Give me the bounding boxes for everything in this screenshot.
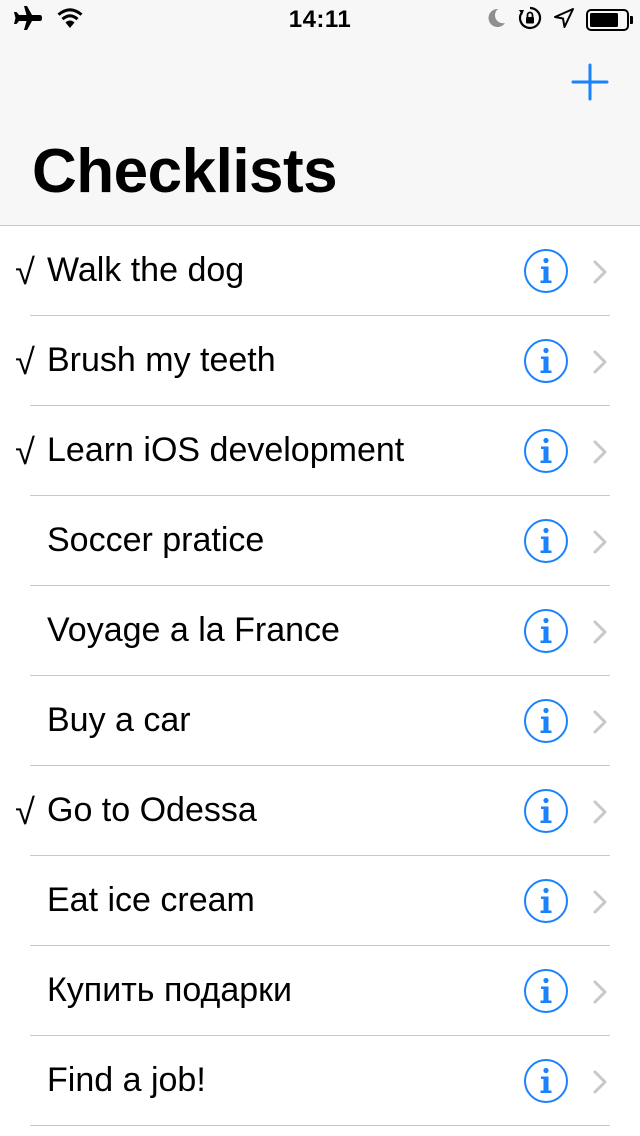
table-row[interactable]: Soccer pratice — [0, 496, 640, 586]
info-button[interactable] — [523, 788, 569, 834]
table-row[interactable]: Eat ice cream — [0, 856, 640, 946]
info-icon[interactable] — [523, 608, 569, 654]
info-button[interactable] — [523, 698, 569, 744]
chevron-right-icon — [590, 259, 610, 285]
page-title: Checklists — [32, 137, 338, 206]
row-label: Купить подарки — [47, 971, 293, 1009]
info-button[interactable] — [523, 248, 569, 294]
navigation-bar: 14:11 Checklists — [0, 0, 640, 226]
battery-icon — [586, 9, 633, 31]
row-label: Find a job! — [47, 1061, 206, 1099]
info-icon[interactable] — [523, 518, 569, 564]
row-label: Go to Odessa — [47, 791, 257, 829]
row-label: Voyage a la France — [47, 611, 340, 649]
checklist-table: √ Walk the dog √ Brush my teeth √ Learn iOS d… — [0, 226, 640, 1126]
chevron-right-icon — [590, 709, 610, 735]
status-right-group — [486, 6, 633, 35]
info-button[interactable] — [523, 1058, 569, 1104]
table-row[interactable]: Find a job! — [0, 1036, 640, 1126]
plus-icon[interactable] — [566, 58, 614, 106]
info-button[interactable] — [523, 428, 569, 474]
row-label: Walk the dog — [47, 251, 245, 289]
info-icon[interactable] — [523, 878, 569, 924]
info-icon[interactable] — [523, 428, 569, 474]
row-label: Learn iOS development — [47, 431, 405, 469]
table-row[interactable]: √ Learn iOS development — [0, 406, 640, 496]
row-label: Buy a car — [47, 701, 191, 739]
status-bar: 14:11 — [0, 0, 640, 40]
table-row[interactable]: √ Go to Odessa — [0, 766, 640, 856]
row-label: Soccer pratice — [47, 521, 265, 559]
chevron-right-icon — [590, 979, 610, 1005]
info-button[interactable] — [523, 338, 569, 384]
chevron-right-icon — [590, 1069, 610, 1095]
info-button[interactable] — [523, 878, 569, 924]
row-label: Brush my teeth — [47, 341, 276, 379]
info-icon[interactable] — [523, 698, 569, 744]
table-row[interactable]: √ Walk the dog — [0, 226, 640, 316]
checkmark-icon: √ — [15, 251, 35, 292]
info-icon[interactable] — [523, 788, 569, 834]
table-row[interactable]: √ Brush my teeth — [0, 316, 640, 406]
chevron-right-icon — [590, 619, 610, 645]
table-row[interactable]: Buy a car — [0, 676, 640, 766]
checkmark-icon: √ — [15, 791, 35, 832]
chevron-right-icon — [590, 529, 610, 555]
info-icon[interactable] — [523, 338, 569, 384]
info-button[interactable] — [523, 518, 569, 564]
table-row[interactable]: Voyage a la France — [0, 586, 640, 676]
info-icon[interactable] — [523, 1058, 569, 1104]
info-icon[interactable] — [523, 968, 569, 1014]
chevron-right-icon — [590, 439, 610, 465]
location-icon — [554, 7, 574, 33]
moon-icon — [486, 7, 506, 34]
info-button[interactable] — [523, 968, 569, 1014]
add-checklist-button[interactable] — [566, 58, 614, 106]
row-label: Eat ice cream — [47, 881, 255, 919]
info-button[interactable] — [523, 608, 569, 654]
table-row[interactable]: Купить подарки — [0, 946, 640, 1036]
info-icon[interactable] — [523, 248, 569, 294]
chevron-right-icon — [590, 799, 610, 825]
checkmark-icon: √ — [15, 431, 35, 472]
chevron-right-icon — [590, 349, 610, 375]
chevron-right-icon — [590, 889, 610, 915]
rotation-lock-icon — [518, 6, 542, 35]
checkmark-icon: √ — [15, 341, 35, 382]
